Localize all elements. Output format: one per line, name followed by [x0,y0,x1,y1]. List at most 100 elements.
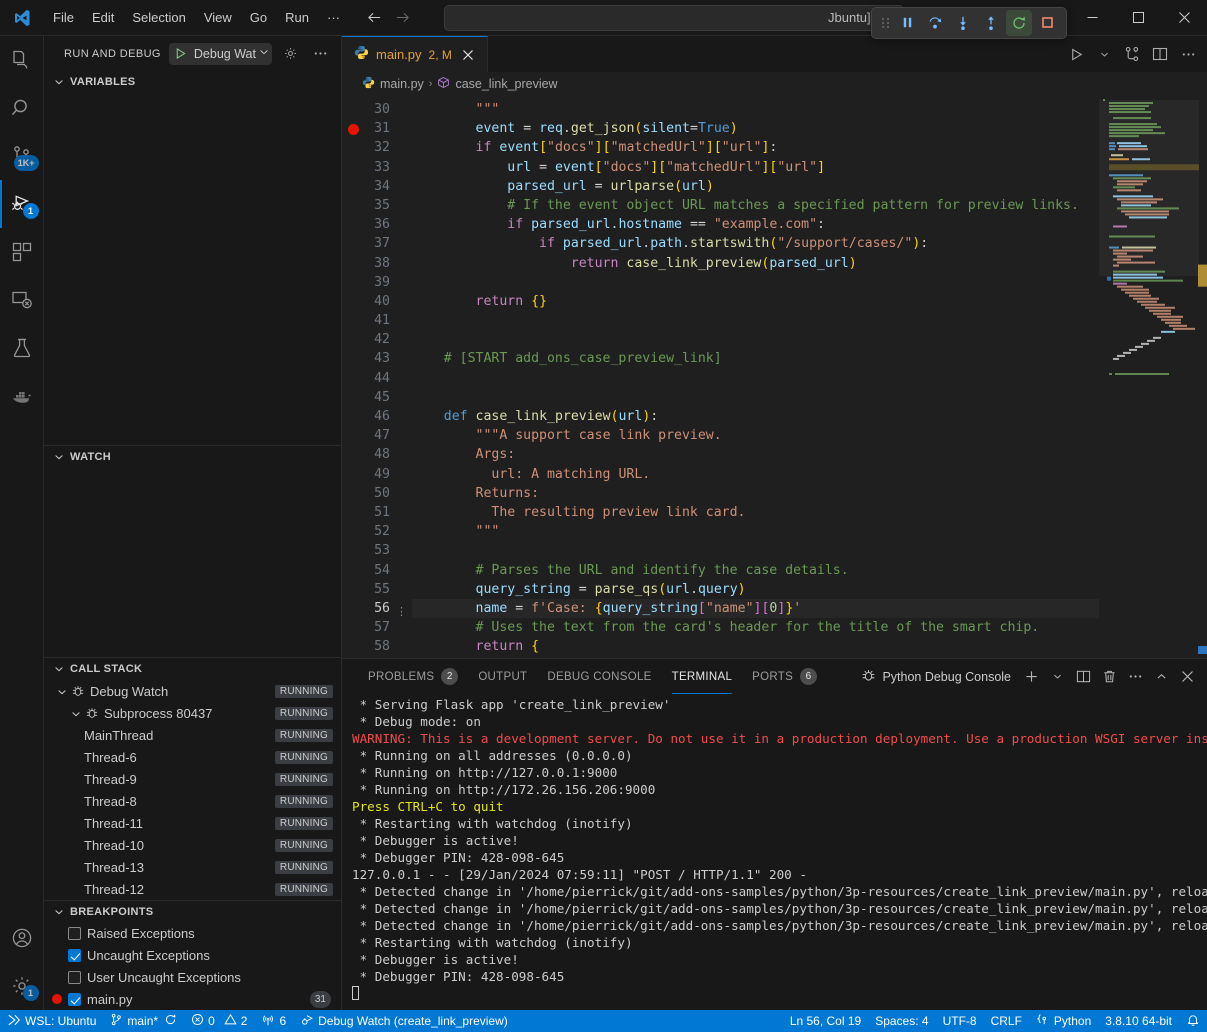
breakpoint-checkbox[interactable] [68,949,81,962]
code-line[interactable]: url = event["docs"]["matchedUrl"]["url"] [412,158,1099,177]
breakpoint-row[interactable]: Raised Exceptions [44,922,341,944]
line-number[interactable]: 33 [342,158,412,177]
status-indentation[interactable]: Spaces: 4 [868,1010,935,1032]
line-number[interactable]: 59 [342,656,412,658]
stop-icon[interactable] [1034,10,1060,36]
restart-icon[interactable] [1006,10,1032,36]
panel-more-actions-icon[interactable] [1123,665,1147,689]
code-line[interactable]: if event["docs"]["matchedUrl"]["url"]: [412,138,1099,157]
maximize-panel-chevron-up-icon[interactable] [1149,665,1173,689]
breakpoint-row[interactable]: Uncaught Exceptions [44,944,341,966]
status-debug-session[interactable]: Debug Watch (create_link_preview) [293,1010,515,1032]
code-line[interactable]: # [START add_ons_case_preview_link] [412,349,1099,368]
chevron-down-icon[interactable] [56,684,68,699]
code-line[interactable]: query_string = parse_qs(url.query) [412,580,1099,599]
code-line[interactable]: The resulting preview link card. [412,503,1099,522]
breakpoint-checkbox[interactable] [68,971,81,984]
maximize-icon[interactable] [1115,0,1161,36]
activity-item-testing[interactable] [0,324,44,372]
code-line[interactable]: # Uses the text from the card's header f… [412,618,1099,637]
breakpoint-dot-icon[interactable] [348,124,359,135]
split-editor-right-icon[interactable] [1147,41,1173,67]
code-line[interactable] [412,273,1099,292]
pause-icon[interactable] [894,10,920,36]
menu-selection[interactable]: Selection [123,7,194,28]
line-number[interactable]: 30 [342,100,412,119]
step-into-icon[interactable] [950,10,976,36]
section-header-call-stack[interactable]: CALL STACK [44,657,341,679]
sidebar-more-actions-icon[interactable] [310,43,332,65]
line-number[interactable]: 40 [342,292,412,311]
call-stack-row[interactable]: Debug WatchRUNNING [44,680,341,702]
line-number[interactable]: 35 [342,196,412,215]
line-number[interactable]: 44 [342,369,412,388]
breadcrumb-file[interactable]: main.py [380,77,424,91]
menu-bar[interactable]: File Edit Selection View Go Run ··· [44,7,349,28]
line-number[interactable]: 56⋮ [342,599,412,618]
activity-item-extensions[interactable] [0,228,44,276]
code-line[interactable]: return { [412,637,1099,656]
status-ports[interactable]: 6 [254,1010,293,1032]
menu-edit[interactable]: Edit [83,7,123,28]
code-line[interactable]: """ [412,100,1099,119]
kill-terminal-trash-icon[interactable] [1097,665,1121,689]
tab-debug-console[interactable]: DEBUG CONSOLE [537,659,661,694]
minimap-slider[interactable] [1099,100,1199,276]
menu-file[interactable]: File [44,7,83,28]
call-stack-row[interactable]: Thread-11RUNNING [44,812,341,834]
run-options-chevron-down-icon[interactable] [1091,41,1117,67]
editor-minimap[interactable] [1099,96,1207,658]
call-stack-row[interactable]: Thread-9RUNNING [44,768,341,790]
chevron-down-icon[interactable] [258,45,270,63]
activity-item-accounts[interactable] [0,914,44,962]
chevron-down-icon[interactable] [70,706,82,721]
sync-changes-icon[interactable] [164,1013,177,1029]
split-terminal-icon[interactable] [1071,665,1095,689]
line-number[interactable]: 47 [342,426,412,445]
activity-item-explorer[interactable] [0,36,44,84]
breadcrumb[interactable]: main.py › case_link_preview [342,72,1207,96]
go-back-icon[interactable] [363,7,385,29]
code-line[interactable] [412,388,1099,407]
call-stack-row[interactable]: Subprocess 80437RUNNING [44,702,341,724]
terminal-output[interactable]: * Serving Flask app 'create_link_preview… [342,694,1207,1010]
status-eol[interactable]: CRLF [984,1010,1029,1032]
line-number[interactable]: 58 [342,637,412,656]
activity-item-docker[interactable] [0,372,44,420]
call-stack-row[interactable]: Thread-10RUNNING [44,834,341,856]
minimize-icon[interactable] [1069,0,1115,36]
breakpoint-row[interactable]: User Uncaught Exceptions [44,966,341,988]
line-number[interactable]: 39 [342,273,412,292]
breakpoint-checkbox[interactable] [68,993,81,1006]
line-number[interactable]: 41 [342,311,412,330]
call-stack-row[interactable]: MainThreadRUNNING [44,724,341,746]
status-branch[interactable]: main* [103,1010,184,1032]
line-number[interactable]: 36 [342,215,412,234]
status-problems[interactable]: 0 2 [184,1010,254,1032]
editor-gutter[interactable]: 3031323334353637383940414243444546474849… [342,96,412,658]
close-panel-icon[interactable] [1175,665,1199,689]
status-language-mode[interactable]: Python [1029,1010,1098,1032]
status-interpreter[interactable]: 3.8.10 64-bit [1098,1010,1179,1032]
code-line[interactable]: url: A matching URL. [412,465,1099,484]
breakpoint-row[interactable]: main.py31 [44,988,341,1010]
code-line[interactable] [412,311,1099,330]
drag-handle-icon[interactable] [878,15,892,31]
section-header-variables[interactable]: VARIABLES [44,71,341,93]
code-editor[interactable]: 3031323334353637383940414243444546474849… [342,96,1207,658]
breadcrumb-symbol[interactable]: case_link_preview [455,77,557,91]
close-icon[interactable] [459,46,477,64]
tab-main-py[interactable]: main.py 2, M [342,36,488,72]
code-line[interactable]: event = req.get_json(silent=True) [412,119,1099,138]
menu-go[interactable]: Go [241,7,276,28]
debug-toolbar[interactable] [871,7,1067,39]
debug-config-selector[interactable]: Debug Wat [169,43,272,65]
menu-run[interactable]: Run [276,7,318,28]
step-out-icon[interactable] [978,10,1004,36]
code-line[interactable] [412,330,1099,349]
line-number[interactable]: 48 [342,445,412,464]
code-line[interactable]: # Parses the URL and identify the case d… [412,561,1099,580]
tab-ports[interactable]: PORTS 6 [742,659,827,694]
go-forward-icon[interactable] [391,7,413,29]
source-control-compare-icon[interactable] [1119,41,1145,67]
